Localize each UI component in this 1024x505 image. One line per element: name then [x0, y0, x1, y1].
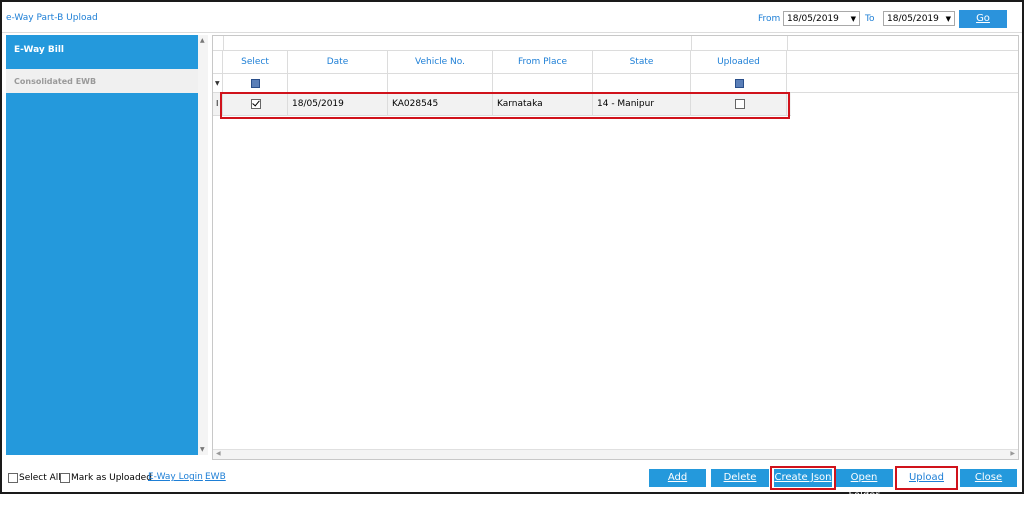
upload-highlight-box	[895, 466, 958, 490]
sidebar-item-label: Consolidated EWB	[14, 77, 97, 86]
row-highlight-box	[220, 92, 790, 119]
to-label: To	[865, 14, 875, 24]
column-header-uploaded[interactable]: Uploaded	[691, 51, 787, 73]
go-button[interactable]: Go	[959, 10, 1007, 28]
row-indicator-header	[213, 51, 223, 73]
sidebar-item-eway-bill[interactable]: E-Way Bill	[6, 35, 198, 67]
select-all-label: Select All	[19, 473, 61, 483]
current-row-marker: I	[216, 99, 219, 108]
title-bar: e-Way Part-B Upload From 18/05/2019 ▼ To…	[2, 2, 1022, 33]
filter-cell-uploaded[interactable]	[691, 74, 787, 92]
ewb-link[interactable]: EWB	[205, 472, 226, 482]
filter-cell-select[interactable]	[223, 74, 288, 92]
add-button-label: Add	[667, 472, 688, 483]
sidebar-item-consolidated-ewb[interactable]: Consolidated EWB	[6, 69, 198, 93]
filter-icon[interactable]	[251, 79, 260, 88]
sidebar-scrollbar[interactable]: ▲ ▼	[198, 35, 208, 455]
column-divider	[223, 36, 224, 50]
filter-row: ▼	[213, 74, 1018, 93]
eway-login-link[interactable]: E-Way Login	[148, 472, 203, 482]
dropdown-arrow-icon[interactable]: ▼	[851, 12, 856, 27]
sidebar-item-label: E-Way Bill	[14, 45, 64, 55]
filter-icon[interactable]	[735, 79, 744, 88]
filter-row-indicator: ▼	[213, 74, 223, 92]
mark-uploaded-checkbox[interactable]	[60, 473, 70, 483]
horizontal-scrollbar[interactable]: ◀ ▶	[213, 449, 1018, 459]
column-header-vehicle-no[interactable]: Vehicle No.	[388, 51, 493, 73]
dropdown-arrow-icon[interactable]: ▼	[946, 12, 951, 27]
app-window: e-Way Part-B Upload From 18/05/2019 ▼ To…	[0, 0, 1024, 501]
select-all-checkbox[interactable]	[8, 473, 18, 483]
close-button-label: Close	[974, 472, 1003, 483]
create-json-highlight-box	[770, 466, 836, 490]
from-label: From	[758, 14, 781, 24]
column-header-state[interactable]: State	[593, 51, 691, 73]
open-folder-button[interactable]: Open Folder	[835, 469, 893, 501]
from-date-picker[interactable]: 18/05/2019 ▼	[783, 11, 860, 26]
to-date-picker[interactable]: 18/05/2019 ▼	[883, 11, 955, 26]
sidebar: E-Way Bill Consolidated EWB	[6, 35, 198, 455]
column-divider	[691, 36, 692, 50]
window-title: e-Way Part-B Upload	[6, 13, 98, 23]
mark-uploaded-label: Mark as Uploaded	[71, 473, 152, 483]
filter-cell-vehicle-no[interactable]	[388, 74, 493, 92]
scroll-left-icon[interactable]: ◀	[216, 450, 221, 457]
scroll-up-icon[interactable]: ▲	[200, 37, 205, 44]
open-folder-button-label: Open Folder	[848, 472, 880, 501]
column-divider	[787, 36, 788, 50]
close-button[interactable]: Close	[960, 469, 1017, 487]
delete-button[interactable]: Delete	[711, 469, 769, 487]
filter-cell-from-place[interactable]	[493, 74, 593, 92]
filter-row-marker: ▼	[215, 80, 220, 87]
delete-button-label: Delete	[723, 472, 757, 483]
group-panel	[213, 36, 1018, 51]
to-date-value: 18/05/2019	[887, 14, 939, 24]
filter-cell-date[interactable]	[288, 74, 388, 92]
scroll-right-icon[interactable]: ▶	[1010, 450, 1015, 457]
add-button[interactable]: Add	[649, 469, 706, 487]
column-header-from-place[interactable]: From Place	[493, 51, 593, 73]
scroll-down-icon[interactable]: ▼	[200, 446, 205, 453]
from-date-value: 18/05/2019	[787, 14, 839, 24]
filter-cell-state[interactable]	[593, 74, 691, 92]
column-header-date[interactable]: Date	[288, 51, 388, 73]
header-row: Select Date Vehicle No. From Place State…	[213, 51, 1018, 74]
column-header-select[interactable]: Select	[223, 51, 288, 73]
